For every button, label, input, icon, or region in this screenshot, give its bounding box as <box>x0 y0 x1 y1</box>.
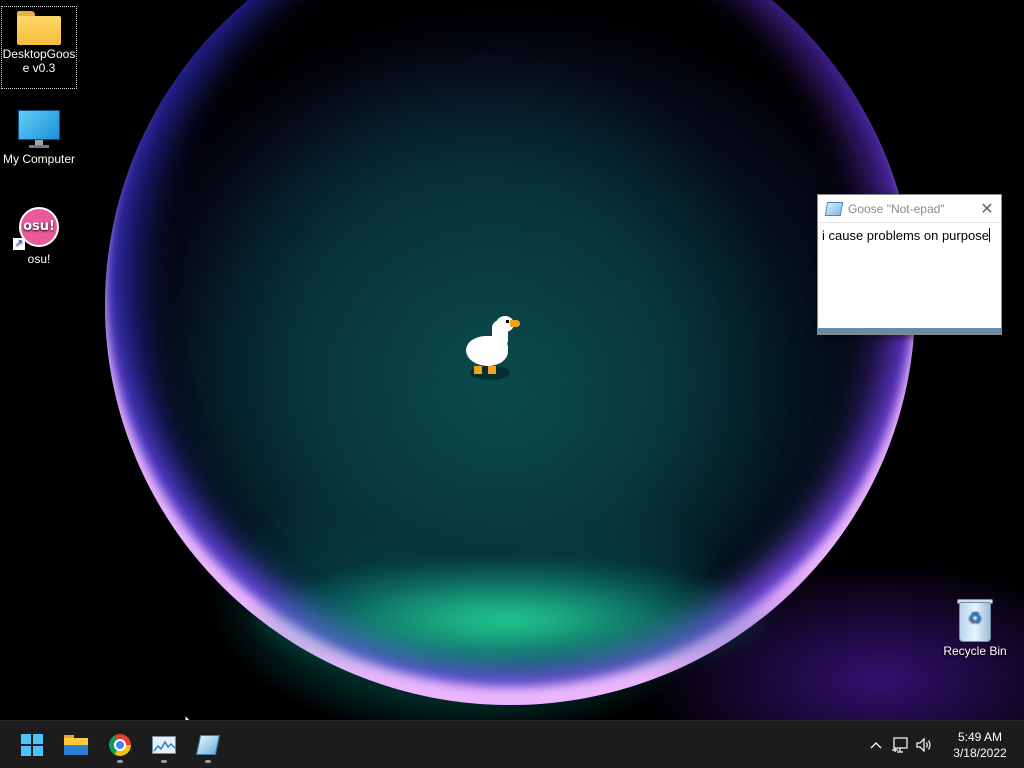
taskbar-clock[interactable]: 5:49 AM 3/18/2022 <box>942 729 1018 761</box>
taskbar-task-manager[interactable] <box>144 725 184 765</box>
taskbar-chrome[interactable] <box>100 725 140 765</box>
show-hidden-icons-chevron-up-icon[interactable] <box>864 725 888 765</box>
task-manager-icon <box>152 736 176 754</box>
notepad-titlebar[interactable]: Goose "Not-epad" ✕ <box>818 195 1001 223</box>
monitor-icon <box>17 108 61 150</box>
desktop-icon-label: Recycle Bin <box>943 644 1007 658</box>
system-tray: 5:49 AM 3/18/2022 <box>864 721 1024 768</box>
taskbar: 5:49 AM 3/18/2022 <box>0 720 1024 768</box>
desktop-icon-my-computer[interactable]: My Computer <box>1 104 77 166</box>
recycle-bin-icon: ♻ <box>955 598 995 642</box>
text-caret <box>988 228 990 242</box>
goose-foot <box>474 366 482 374</box>
network-icon[interactable] <box>888 725 912 765</box>
desktop-icon-label: osu! <box>27 252 51 266</box>
chrome-icon <box>109 734 131 756</box>
osu-logo-text: osu! <box>19 207 59 247</box>
shortcut-arrow-icon: ↗ <box>13 238 25 250</box>
osu-icon: osu! ↗ <box>13 206 61 250</box>
notepad-window[interactable]: Goose "Not-epad" ✕ i cause problems on p… <box>817 194 1002 335</box>
clock-date: 3/18/2022 <box>953 746 1007 760</box>
running-indicator <box>205 760 211 763</box>
notepad-text: i cause problems on purpose <box>822 228 989 243</box>
close-icon[interactable]: ✕ <box>973 195 1001 223</box>
taskbar-file-explorer[interactable] <box>56 725 96 765</box>
goose-eye <box>506 320 509 323</box>
taskbar-goose-notepad[interactable] <box>188 725 228 765</box>
desktop-icon-label: My Computer <box>2 152 76 166</box>
desktop-icon-osu[interactable]: osu! ↗ osu! <box>1 202 77 266</box>
goose-beak <box>510 320 520 327</box>
running-indicator <box>161 760 167 763</box>
desktop-icon-recycle-bin[interactable]: ♻ Recycle Bin <box>937 594 1013 658</box>
running-indicator <box>117 760 123 763</box>
folder-icon <box>17 11 61 45</box>
volume-icon[interactable] <box>912 725 936 765</box>
folder-icon <box>64 735 88 755</box>
windows-logo-icon <box>21 734 43 756</box>
clock-time: 5:49 AM <box>957 730 1003 744</box>
notepad-title: Goose "Not-epad" <box>848 201 945 216</box>
desktop-goose[interactable] <box>462 314 524 380</box>
desktop-icon-label: DesktopGoose v0.3 <box>2 47 76 75</box>
goose-foot <box>488 366 496 374</box>
start-button[interactable] <box>12 725 52 765</box>
notepad-icon <box>824 201 844 216</box>
desktop-icon-desktopgoose-folder[interactable]: DesktopGoose v0.3 <box>1 6 77 89</box>
notepad-text-area[interactable]: i cause problems on purpose <box>820 225 1000 325</box>
notepad-bottom-bar <box>818 328 1001 334</box>
notepad-icon <box>195 735 221 755</box>
